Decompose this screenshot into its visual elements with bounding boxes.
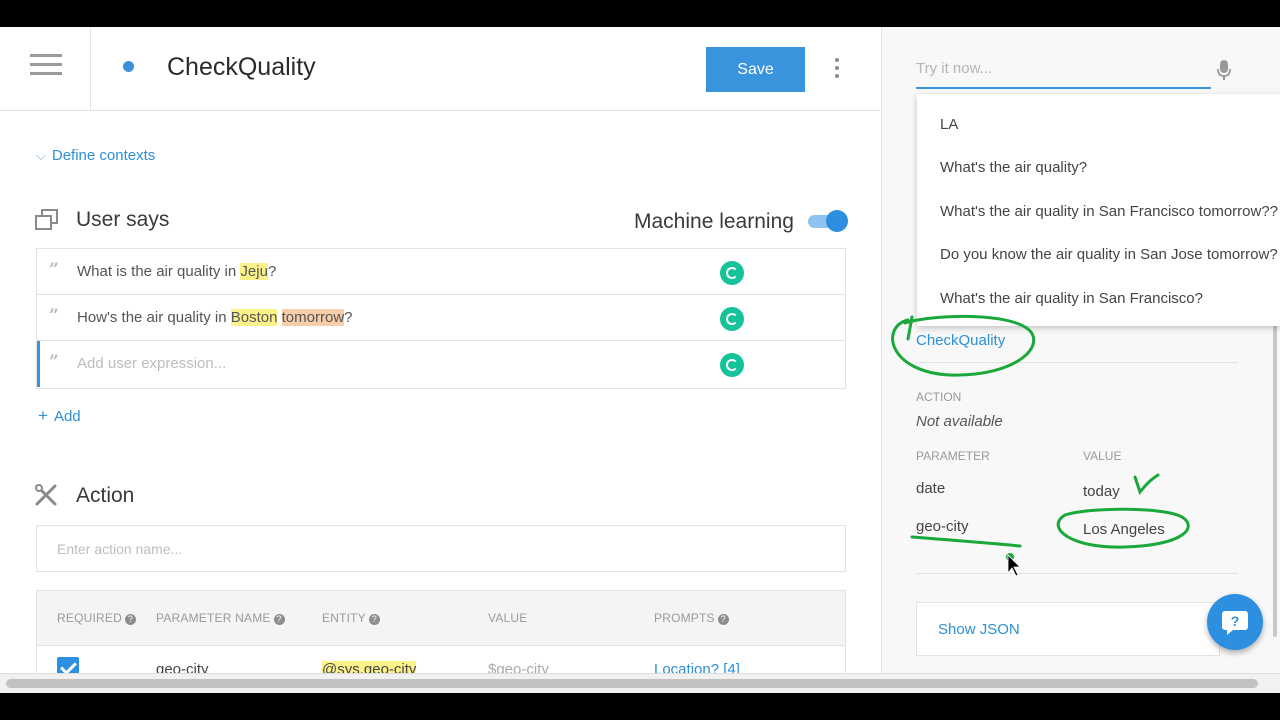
plus-icon: + — [38, 406, 48, 425]
chat-help-icon: ? — [1222, 611, 1248, 635]
grammarly-icon[interactable] — [720, 261, 744, 285]
horizontal-scrollbar[interactable] — [0, 673, 1280, 693]
try-it-now-input[interactable] — [916, 55, 1211, 89]
user-expression-text[interactable]: How's the air quality in Boston tomorrow… — [77, 309, 353, 326]
entity-highlight[interactable]: Boston — [230, 309, 278, 326]
help-icon[interactable]: ? — [124, 614, 136, 625]
scrollbar-thumb[interactable] — [6, 679, 1258, 688]
user-expressions-list: ” What is the air quality in Jeju? ” How… — [36, 248, 846, 389]
menu-button[interactable] — [0, 27, 91, 111]
add-button[interactable]: + Add — [38, 406, 81, 426]
column-prompts: PROMPTS? — [654, 611, 729, 625]
quote-icon: ” — [49, 352, 59, 372]
define-contexts-link[interactable]: ⌵ Define contexts — [36, 147, 155, 164]
help-chat-button[interactable]: ? — [1207, 594, 1263, 650]
intent-header: CheckQuality Save — [0, 27, 880, 111]
machine-learning-label: Machine learning — [634, 210, 794, 233]
parameter-value: Los Angeles — [1083, 521, 1165, 538]
suggestion-item[interactable]: What's the air quality in San Francisco? — [940, 290, 1203, 307]
intent-editor: ⌵ Define contexts User says Machine learn… — [0, 112, 880, 693]
user-says-icon — [35, 209, 58, 230]
user-expression-text[interactable]: What is the air quality in Jeju? — [77, 263, 276, 280]
api-ai-console: CheckQuality Save ⌵ Define contexts User … — [0, 27, 1280, 693]
entity-highlight[interactable]: Jeju — [240, 263, 268, 280]
intent-title[interactable]: CheckQuality — [167, 53, 316, 82]
grammarly-icon[interactable] — [720, 307, 744, 331]
suggestions-dropdown: LA What's the air quality? What's the ai… — [917, 94, 1280, 326]
machine-learning-toggle[interactable] — [808, 210, 848, 232]
show-json-button[interactable]: Show JSON — [916, 602, 1220, 656]
action-tools-icon — [35, 484, 57, 506]
more-options-icon[interactable] — [826, 55, 848, 81]
quote-icon: ” — [49, 260, 59, 280]
action-value: Not available — [916, 413, 1003, 430]
parameter-value: today — [1083, 483, 1120, 500]
help-icon[interactable]: ? — [717, 614, 729, 625]
column-required: REQUIRED? — [57, 611, 136, 625]
column-value: VALUE — [488, 611, 528, 625]
add-user-expression-row[interactable]: ” Add user expression... — [37, 341, 845, 387]
show-json-label: Show JSON — [938, 621, 1020, 638]
suggestion-item[interactable]: What's the air quality? — [940, 159, 1087, 176]
user-expression-row[interactable]: ” How's the air quality in Boston tomorr… — [37, 295, 845, 341]
add-user-expression-input[interactable]: Add user expression... — [77, 355, 226, 372]
quote-icon: ” — [49, 306, 59, 326]
suggestion-item[interactable]: LA — [940, 116, 958, 133]
define-contexts-label: Define contexts — [51, 147, 156, 164]
svg-text:?: ? — [1231, 613, 1240, 629]
parameter-column-label: PARAMETER — [916, 449, 990, 463]
user-expression-row[interactable]: ” What is the air quality in Jeju? — [37, 249, 845, 295]
add-label: Add — [53, 408, 81, 425]
right-panel-scrollbar[interactable] — [1273, 307, 1277, 637]
parameter-name: geo-city — [916, 518, 969, 535]
column-parameter-name: PARAMETER NAME? — [156, 611, 285, 625]
action-label: ACTION — [916, 390, 962, 404]
action-title: Action — [76, 484, 135, 507]
value-column-label: VALUE — [1083, 449, 1122, 463]
help-icon[interactable]: ? — [273, 614, 285, 625]
grammarly-icon[interactable] — [720, 353, 744, 377]
chevron-down-icon: ⌵ — [36, 148, 46, 163]
test-result-card: CheckQuality ACTION Not available PARAME… — [916, 327, 1238, 574]
help-icon[interactable]: ? — [368, 614, 380, 625]
entity-highlight[interactable]: tomorrow — [281, 309, 345, 326]
save-button[interactable]: Save — [706, 47, 805, 92]
matched-intent-link[interactable]: CheckQuality — [916, 332, 1005, 349]
suggestion-item[interactable]: What's the air quality in San Francisco … — [940, 203, 1278, 220]
intent-status-dot-icon — [123, 61, 134, 72]
test-console: CheckQuality ACTION Not available PARAME… — [881, 27, 1280, 693]
parameters-table-header: REQUIRED? PARAMETER NAME? ENTITY? VALUE … — [37, 591, 845, 646]
parameter-name: date — [916, 480, 946, 497]
suggestion-item[interactable]: Do you know the air quality in San Jose … — [940, 246, 1278, 263]
microphone-icon[interactable] — [1216, 59, 1232, 81]
user-says-title: User says — [76, 208, 170, 231]
column-entity: ENTITY? — [322, 611, 380, 625]
action-name-input[interactable]: Enter action name... — [36, 525, 846, 572]
